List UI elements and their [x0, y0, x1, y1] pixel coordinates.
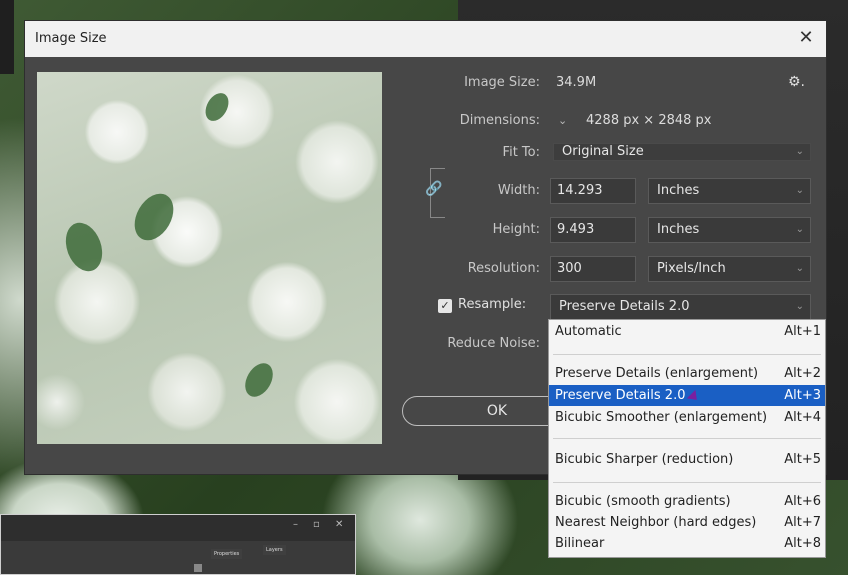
dialog-titlebar: Image Size ✕	[25, 21, 826, 57]
resample-label: Resample:	[458, 297, 527, 312]
menu-item-label: Bicubic Sharper (reduction)	[555, 452, 734, 467]
maximize-icon[interactable]: ▫	[313, 519, 320, 530]
menu-separator	[553, 482, 821, 483]
width-input[interactable]: 14.293	[550, 178, 636, 204]
preview-leaf	[200, 89, 234, 125]
menu-item-label: Bicubic Smoother (enlargement)	[555, 410, 768, 425]
close-button[interactable]: ✕	[796, 27, 816, 49]
height-label: Height:	[492, 222, 540, 237]
height-input[interactable]: 9.493	[550, 217, 636, 243]
menu-item-shortcut: Alt+2	[784, 366, 821, 381]
menu-item-bicubic[interactable]: Bicubic (smooth gradients) Alt+6	[549, 491, 825, 512]
dialog-title: Image Size	[35, 31, 107, 46]
fit-to-select[interactable]: Original Size ⌄	[553, 143, 811, 161]
menu-item-shortcut: Alt+4	[784, 410, 821, 425]
resample-select[interactable]: Preserve Details 2.0 ⌄	[550, 294, 811, 320]
preview-leaf	[59, 217, 109, 277]
resolution-input[interactable]: 300	[550, 256, 636, 282]
menu-item-shortcut: Alt+7	[784, 515, 821, 530]
tab-properties[interactable]: Properties	[211, 549, 243, 559]
background-window-titlebar: – ▫ ✕	[1, 515, 355, 541]
menu-item-label: Preserve Details (enlargement)	[555, 366, 759, 381]
menu-item-bicubic-sharper[interactable]: Bicubic Sharper (reduction) Alt+5	[549, 449, 825, 470]
preview-leaf	[239, 358, 279, 402]
dimensions-label: Dimensions:	[459, 113, 540, 128]
fit-to-label: Fit To:	[502, 145, 540, 160]
chevron-down-icon: ⌄	[795, 263, 804, 274]
background-app-window: – ▫ ✕ Properties Layers	[0, 514, 356, 575]
menu-separator	[553, 438, 821, 439]
resample-value: Preserve Details 2.0	[559, 299, 690, 314]
chevron-down-icon: ⌄	[795, 224, 804, 235]
menu-item-shortcut: Alt+3	[784, 388, 821, 403]
menu-item-automatic[interactable]: Automatic Alt+1	[549, 321, 825, 342]
menu-item-label: Nearest Neighbor (hard edges)	[555, 515, 757, 530]
minimize-icon[interactable]: –	[293, 519, 298, 530]
menu-item-nearest-neighbor[interactable]: Nearest Neighbor (hard edges) Alt+7	[549, 512, 825, 533]
tab-layers[interactable]: Layers	[263, 545, 286, 555]
menu-item-shortcut: Alt+6	[784, 494, 821, 509]
panel-icon[interactable]	[194, 564, 202, 572]
menu-item-label: Bilinear	[555, 536, 605, 551]
workspace-corner	[0, 0, 14, 74]
resample-menu: Automatic Alt+1 Preserve Details (enlarg…	[548, 319, 826, 558]
gear-icon[interactable]: ⚙.	[788, 74, 805, 90]
dimensions-value: 4288 px × 2848 px	[586, 113, 712, 128]
width-label: Width:	[497, 183, 540, 198]
close-icon[interactable]: ✕	[335, 519, 343, 530]
menu-item-preserve-details[interactable]: Preserve Details (enlargement) Alt+2	[549, 363, 825, 384]
menu-item-label: Bicubic (smooth gradients)	[555, 494, 731, 509]
chevron-down-icon[interactable]: ⌄	[558, 114, 567, 127]
menu-item-shortcut: Alt+5	[784, 452, 821, 467]
chevron-down-icon: ⌄	[795, 185, 804, 196]
chevron-down-icon: ⌄	[795, 146, 804, 157]
menu-item-label: Automatic	[555, 324, 622, 339]
image-size-label: Image Size:	[464, 75, 540, 90]
menu-item-shortcut: Alt+1	[784, 324, 821, 339]
preview-leaf	[126, 186, 182, 248]
menu-item-label: Preserve Details 2.0	[555, 388, 686, 403]
height-unit-value: Inches	[657, 222, 700, 237]
resolution-unit-value: Pixels/Inch	[657, 261, 726, 276]
menu-separator	[553, 354, 821, 355]
fit-to-value: Original Size	[562, 144, 644, 159]
width-unit-value: Inches	[657, 183, 700, 198]
menu-item-shortcut: Alt+8	[784, 536, 821, 551]
resample-checkbox[interactable]: ✓	[438, 299, 452, 313]
resolution-unit-select[interactable]: Pixels/Inch ⌄	[648, 256, 811, 282]
menu-item-bilinear[interactable]: Bilinear Alt+8	[549, 533, 825, 554]
menu-item-preserve-details-2[interactable]: Preserve Details 2.0 Alt+3	[549, 385, 825, 406]
width-unit-select[interactable]: Inches ⌄	[648, 178, 811, 204]
reduce-noise-label: Reduce Noise:	[447, 336, 540, 351]
resolution-label: Resolution:	[467, 261, 540, 276]
image-preview[interactable]	[37, 72, 382, 444]
chevron-down-icon: ⌄	[795, 301, 804, 312]
image-size-value: 34.9M	[556, 75, 597, 90]
menu-item-bicubic-smoother[interactable]: Bicubic Smoother (enlargement) Alt+4	[549, 407, 825, 428]
height-unit-select[interactable]: Inches ⌄	[648, 217, 811, 243]
